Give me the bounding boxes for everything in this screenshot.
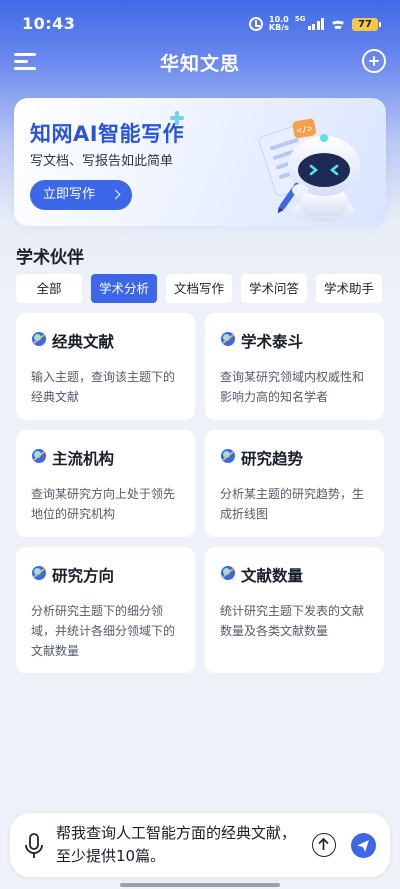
search-globe-icon [221,332,235,346]
card-literature-count[interactable]: 文献数量 统计研究主题下发表的文献数量及各类文献数量 [205,547,384,673]
banner-subtitle: 写文档、写报告如此简单 [30,154,174,169]
card-title: 主流机构 [52,450,115,468]
write-now-label: 立即写作 [43,187,96,202]
card-description: 统计研究主题下发表的文献数量及各类文献数量 [220,604,365,638]
top-nav: 华知文思 [0,40,400,82]
card-research-directions[interactable]: 研究方向 分析研究主题下的细分领域，并统计各细分领域下的文献数量 [16,547,195,673]
app-title: 华知文思 [159,53,240,75]
robot-illustration: </> [258,118,360,222]
search-globe-icon [221,566,235,580]
home-indicator [120,883,280,887]
search-globe-icon [221,449,235,463]
add-icon[interactable] [362,49,386,73]
network-type: 5G [294,15,306,23]
card-description: 分析研究主题下的细分领域，并统计各细分领域下的文献数量 [31,604,176,658]
code-tag-icon: </> [292,118,316,139]
chat-input-bar: 帮我查询人工智能方面的经典文献，至少提供10篇。 [10,813,390,877]
wifi-icon [330,18,346,30]
card-academic-masters[interactable]: 学术泰斗 查询某研究领域内权威性和影响力高的知名学者 [205,313,384,420]
card-title: 文献数量 [241,567,304,585]
tab-all[interactable]: 全部 [16,274,82,303]
category-tabs: 全部 学术分析 文档写作 学术问答 学术助手 [16,274,396,304]
signal-icon [307,18,324,30]
card-description: 查询某研究领域内权威性和影响力高的知名学者 [220,370,365,404]
alarm-icon [248,17,263,31]
sparkle-icon [170,111,184,125]
net-speed-unit: KB/s [268,23,289,32]
card-title: 研究方向 [52,567,115,585]
tab-academic-assistant[interactable]: 学术助手 [316,274,382,303]
card-description: 查询某研究方向上处于领先地位的研究机构 [31,487,176,521]
write-now-button[interactable]: 立即写作 [30,180,132,210]
status-icons: 10.0 KB/s 5G 77 [248,14,381,34]
section-title: 学术伙伴 [16,248,84,268]
chevron-right-icon [110,189,121,200]
net-speed: 10.0 KB/s [269,16,289,32]
tab-document-writing[interactable]: 文档写作 [166,274,232,303]
card-title: 研究趋势 [241,450,304,468]
tab-academic-qa[interactable]: 学术问答 [241,274,307,303]
search-globe-icon [32,449,46,463]
status-time: 10:43 [22,14,76,33]
tab-academic-analysis[interactable]: 学术分析 [91,274,157,303]
promo-banner[interactable]: 知网AI智能写作 写文档、写报告如此简单 立即写作 </> [14,98,386,226]
card-classic-literature[interactable]: 经典文献 输入主题，查询该主题下的经典文献 [16,313,195,420]
send-icon [357,840,369,852]
card-description: 输入主题，查询该主题下的经典文献 [31,370,176,404]
battery-icon: 77 [352,17,381,31]
card-description: 分析某主题的研究趋势，生成折线图 [220,487,365,521]
microphone-icon[interactable] [24,833,44,859]
card-title: 经典文献 [52,333,115,351]
search-globe-icon [32,566,46,580]
arrow-up-icon[interactable] [312,833,336,857]
menu-icon[interactable] [14,50,38,72]
chat-input[interactable]: 帮我查询人工智能方面的经典文献，至少提供10篇。 [56,822,304,868]
banner-title: 知网AI智能写作 [30,122,185,146]
card-research-trends[interactable]: 研究趋势 分析某主题的研究趋势，生成折线图 [205,430,384,537]
send-button[interactable] [351,833,376,858]
card-title: 学术泰斗 [241,333,304,351]
search-globe-icon [32,332,46,346]
card-mainstream-institutions[interactable]: 主流机构 查询某研究方向上处于领先地位的研究机构 [16,430,195,537]
